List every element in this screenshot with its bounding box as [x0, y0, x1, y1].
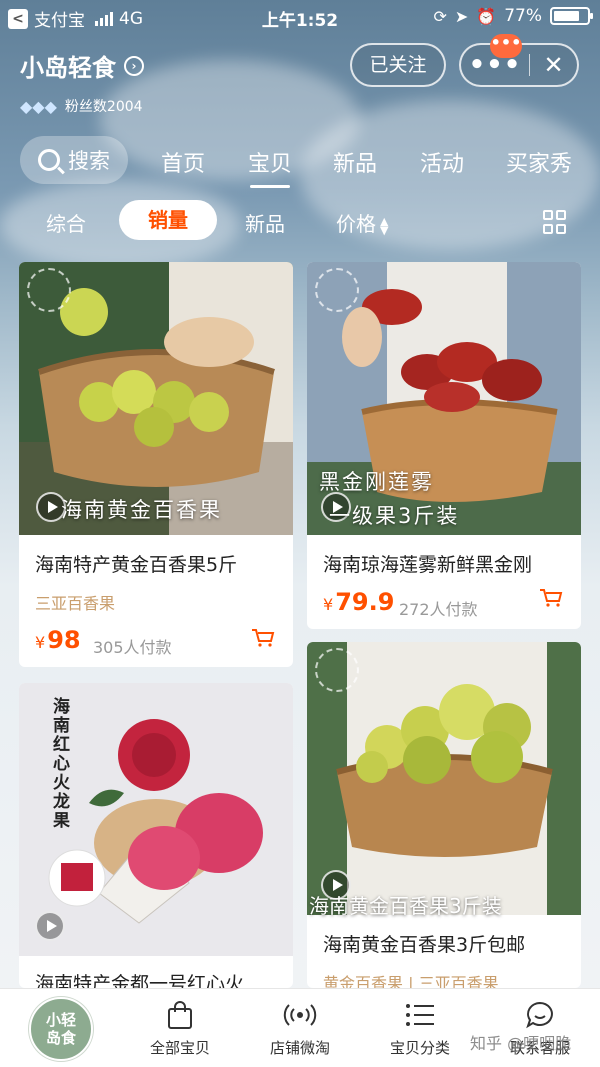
product-price: ¥ 79.9 — [323, 588, 394, 616]
product-title: 海南特产金都一号红心火 — [35, 973, 245, 988]
search-label: 搜索 — [68, 149, 110, 173]
product-card[interactable]: 海南红心火龙果 海南特产金都一号红心火 — [19, 683, 293, 988]
shop-logo[interactable]: 小轻岛食 — [29, 997, 93, 1061]
product-tag: 三亚百香果 — [35, 594, 116, 613]
tab-events[interactable]: 活动 — [420, 146, 464, 178]
followed-button[interactable]: 已关注 — [350, 43, 446, 87]
sort-arrows-icon: ▲ ▼ — [380, 214, 389, 237]
all-products-button[interactable]: 全部宝贝 — [130, 999, 230, 1058]
sort-new[interactable]: 新品 — [245, 208, 285, 237]
categories-label: 宝贝分类 — [389, 1039, 450, 1057]
chat-bubble-icon — [490, 999, 590, 1031]
sort-sales[interactable]: 销量 — [119, 200, 217, 240]
image-overlay-text: 一级果3斤装 — [329, 504, 460, 528]
currency-symbol: ¥ — [35, 633, 46, 652]
close-button[interactable]: ✕ — [530, 51, 577, 79]
list-icon — [370, 999, 470, 1031]
image-overlay-text: 海南黄金百香果3斤装 — [309, 894, 502, 918]
product-card[interactable]: 海南黄金百香果 海南特产黄金百香果5斤 三亚百香果 ¥ 98 305人付款 — [19, 262, 293, 667]
fans-count: 粉丝数2004 — [64, 99, 143, 115]
image-vertical-text: 海南红心火龙果 — [49, 697, 69, 830]
shop-name[interactable]: 小岛轻食 › — [20, 48, 144, 83]
shop-name-label: 小岛轻食 — [20, 54, 116, 82]
tab-buyer-show[interactable]: 买家秀 — [506, 146, 572, 178]
zhihu-watermark: 知乎 @哽咽脆 — [470, 1034, 572, 1053]
all-products-label: 全部宝贝 — [149, 1039, 210, 1057]
brand-watermark-logo — [315, 648, 359, 692]
product-price: ¥ 98 — [35, 626, 81, 654]
shop-logo-text: 小轻岛食 — [45, 1011, 76, 1047]
shopping-bag-icon — [130, 999, 230, 1031]
diamond-icon: ◆◆◆ — [20, 96, 57, 116]
search-button[interactable]: 搜索 — [20, 136, 128, 184]
product-tag: 黄金百香果 | 三亚百香果 — [323, 974, 499, 988]
product-card[interactable]: 黑金刚莲雾 一级果3斤装 海南琼海莲雾新鲜黑金刚 ¥ 79.9 272人付款 — [307, 262, 581, 629]
battery-icon — [550, 7, 593, 25]
sort-default[interactable]: 综合 — [46, 208, 86, 237]
chevron-right-icon: › — [124, 55, 144, 76]
tab-new[interactable]: 新品 — [333, 146, 377, 178]
battery-percent: 77% — [504, 6, 542, 26]
product-title: 海南琼海莲雾新鲜黑金刚 — [323, 554, 533, 576]
price-value: 79.9 — [335, 588, 395, 616]
categories-button[interactable]: 宝贝分类 — [370, 999, 470, 1058]
sort-price[interactable]: 价格 ▲ ▼ — [336, 208, 388, 237]
image-overlay-text: 海南黄金百香果 — [61, 498, 222, 522]
tab-home[interactable]: 首页 — [161, 146, 205, 178]
shop-feed-button[interactable]: 店铺微淘 — [250, 999, 350, 1058]
rotation-lock-icon: ⟳ — [433, 6, 447, 26]
search-icon — [38, 149, 60, 171]
broadcast-icon — [250, 999, 350, 1031]
product-card[interactable]: 海南黄金百香果3斤装 海南黄金百香果3斤包邮 黄金百香果 | 三亚百香果 — [307, 642, 581, 988]
notification-badge: ••• — [490, 34, 522, 58]
status-bar: < 支付宝 4G 上午1:52 ⟳ ➤ ⏰ 77% — [0, 0, 600, 34]
alarm-icon: ⏰ — [476, 6, 497, 26]
sort-bar: 综合 销量 新品 价格 ▲ ▼ — [0, 200, 600, 242]
bottom-tab-bar: 小轻岛食 全部宝贝 店铺微淘 宝贝分类 联系客服 — [0, 988, 600, 1067]
cart-icon[interactable] — [539, 588, 563, 608]
cart-icon[interactable] — [251, 628, 275, 648]
brand-watermark-logo — [27, 268, 71, 312]
sort-price-label: 价格 — [336, 212, 376, 236]
product-title: 海南黄金百香果3斤包邮 — [323, 934, 526, 956]
brand-watermark-logo — [315, 268, 359, 312]
shop-nav-tabs: 搜索 首页 宝贝 新品 活动 买家秀 — [0, 136, 600, 188]
shop-fans: ◆◆◆ 粉丝数2004 — [20, 96, 143, 116]
currency-symbol: ¥ — [323, 595, 334, 614]
product-title: 海南特产黄金百香果5斤 — [35, 554, 238, 576]
shop-feed-label: 店铺微淘 — [269, 1039, 330, 1057]
price-value: 98 — [47, 626, 81, 654]
grid-view-icon[interactable] — [543, 210, 567, 234]
tab-products[interactable]: 宝贝 — [248, 146, 292, 188]
location-icon: ➤ — [454, 6, 469, 26]
paid-count: 305人付款 — [93, 638, 172, 657]
paid-count: 272人付款 — [399, 600, 478, 619]
play-icon[interactable] — [35, 911, 65, 941]
